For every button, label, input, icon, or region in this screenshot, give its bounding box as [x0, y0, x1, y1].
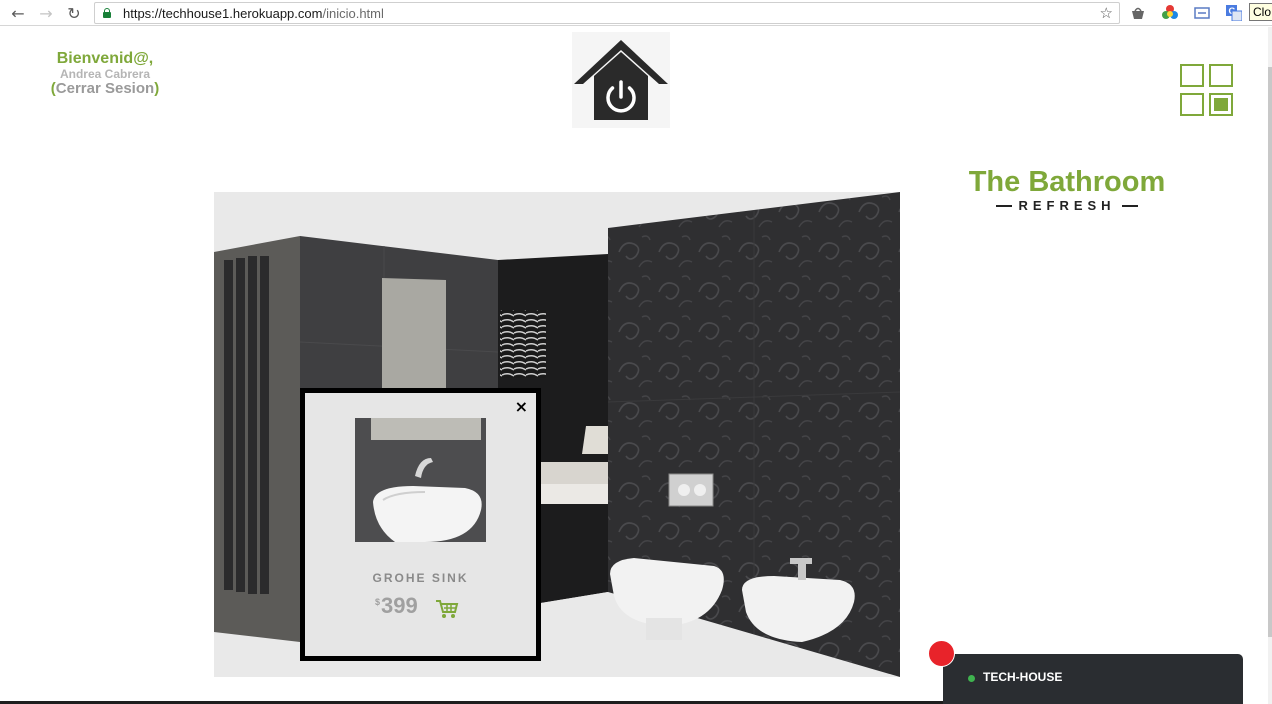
reload-button[interactable]: ↻ — [64, 3, 84, 23]
grid-cell — [1209, 64, 1233, 87]
cart-icon[interactable] — [435, 599, 459, 619]
scrollbar-track[interactable] — [1268, 27, 1272, 704]
grid-cell-active — [1209, 93, 1233, 116]
back-button[interactable]: ← — [8, 3, 28, 23]
reload-icon: ↻ — [67, 3, 81, 23]
online-status-icon — [968, 675, 975, 682]
screenshot-icon[interactable] — [1193, 4, 1211, 22]
product-name: GROHE SINK — [372, 571, 469, 585]
room-name: The Bathroom — [968, 166, 1166, 198]
chat-label: TECH-HOUSE — [983, 670, 1063, 684]
arrow-left-icon: ← — [11, 3, 25, 23]
product-image — [355, 418, 486, 542]
chat-widget[interactable]: TECH-HOUSE — [943, 654, 1243, 704]
room-title: The Bathroom REFRESH — [960, 166, 1174, 213]
welcome-text: Bienvenid@, — [56, 50, 154, 67]
grid-cell — [1180, 93, 1204, 116]
divider — [1121, 204, 1138, 207]
room-subtitle-text: REFRESH — [1018, 198, 1116, 213]
product-price: $ 399 — [375, 593, 418, 619]
notification-badge[interactable] — [928, 640, 955, 667]
scrollbar-thumb[interactable] — [1268, 67, 1272, 637]
lock-icon — [103, 8, 111, 18]
star-icon[interactable]: ☆ — [1100, 4, 1113, 22]
url-text: https://techhouse1.herokuapp.com/inicio.… — [123, 6, 384, 21]
price-currency: $ — [375, 597, 381, 607]
logout-label: Cerrar Sesion — [55, 79, 155, 97]
extension-icon[interactable] — [1129, 4, 1147, 22]
browser-toolbar: ← → ↻ https://techhouse1.herokuapp.com/i… — [0, 0, 1272, 26]
forward-button[interactable]: → — [36, 3, 56, 23]
logout-paren-close: ) — [154, 79, 160, 97]
url-host: https://techhouse1.herokuapp.com — [123, 6, 323, 21]
product-popup: × GROHE SINK $ 399 — [300, 388, 541, 661]
grid-view-icon[interactable] — [1180, 64, 1234, 116]
grid-cell — [1180, 64, 1204, 87]
divider — [996, 204, 1013, 207]
price-amount: 399 — [381, 593, 418, 618]
room-subtitle: REFRESH — [960, 198, 1174, 213]
close-icon[interactable]: × — [515, 397, 528, 416]
house-power-icon[interactable] — [572, 32, 670, 128]
logout-link[interactable]: (Cerrar Sesion) — [40, 79, 170, 98]
arrow-right-icon: → — [39, 3, 53, 23]
address-bar[interactable]: https://techhouse1.herokuapp.com/inicio.… — [94, 2, 1120, 24]
tooltip: Clo — [1249, 3, 1272, 21]
color-picker-icon[interactable] — [1161, 4, 1179, 22]
url-path: /inicio.html — [322, 6, 384, 21]
translate-icon[interactable]: G — [1225, 4, 1243, 22]
welcome-block: Bienvenid@, Andrea Cabrera (Cerrar Sesio… — [40, 50, 170, 97]
